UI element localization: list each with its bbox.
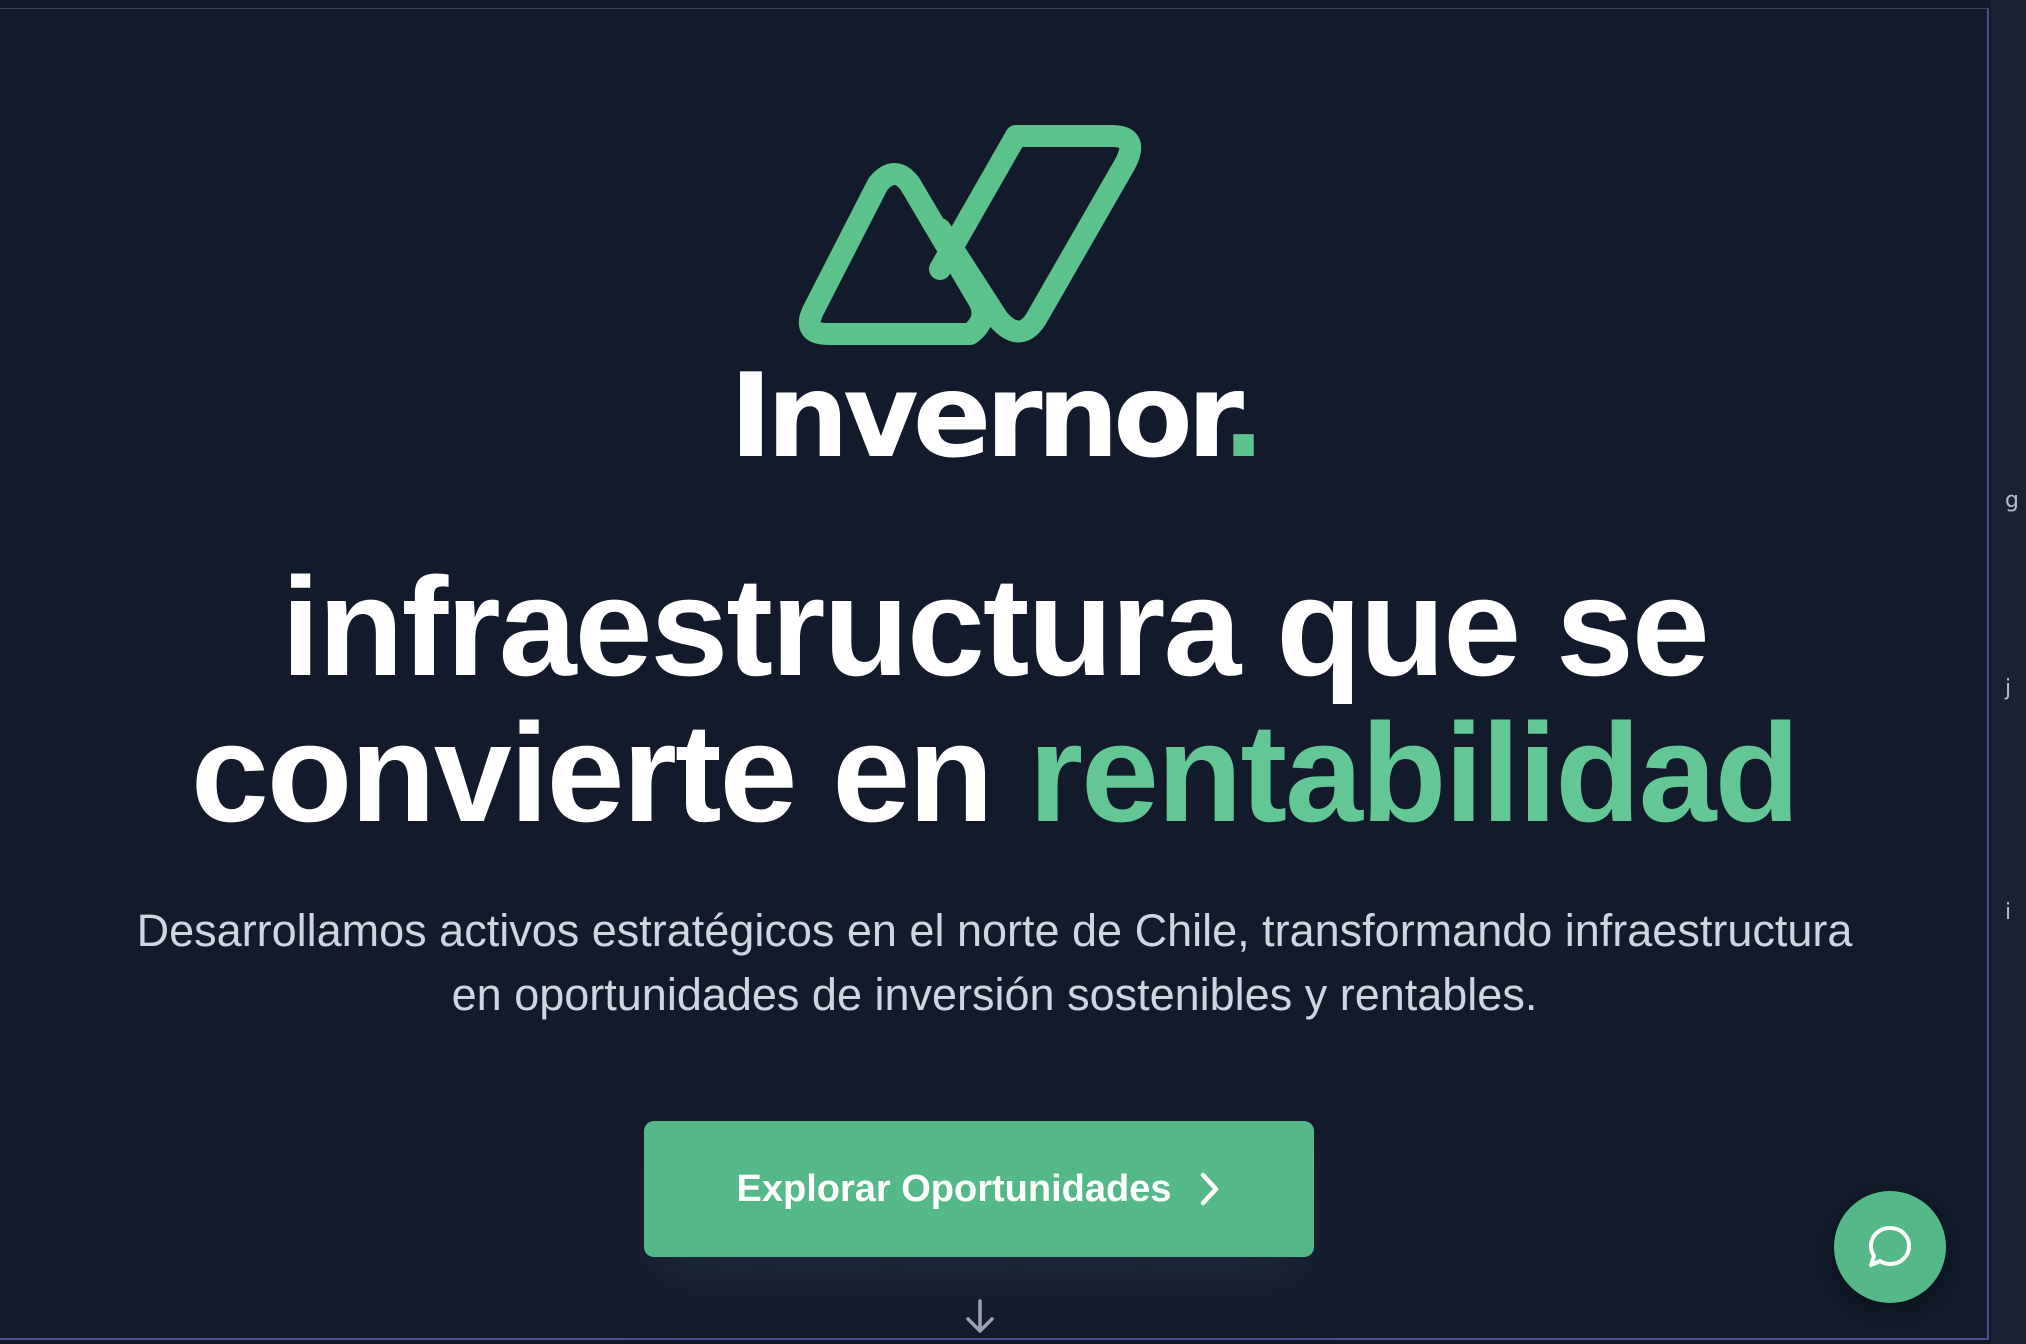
chat-bubble-icon [1869,1226,1911,1267]
chat-button[interactable] [1834,1191,1946,1303]
subtitle-line-1: Desarrollamos activos estratégicos en el… [136,905,1853,956]
headline-accent: rentabilidad [1028,694,1800,851]
brand-dot: . [1221,349,1266,484]
side-panel-strip: g j i [1991,0,2026,1344]
headline-line-2-prefix: convierte en [190,694,1029,851]
invernor-logo-icon [798,125,1142,345]
page-frame: Invernor. infraestructura que se convier… [0,8,1989,1340]
subtitle-line-2: en oportunidades de inversión sostenible… [451,969,1538,1020]
headline-line-1: infraestructura que se [281,548,1709,705]
side-glyph: i [2005,900,2012,925]
arrow-down-icon[interactable] [962,1297,998,1337]
side-glyph: g [2005,488,2019,513]
explore-opportunities-button[interactable]: Explorar Oportunidades [644,1121,1314,1257]
hero-headline: infraestructura que se convierte en rent… [0,554,1989,846]
side-glyph: j [2005,676,2012,701]
brand-name: Invernor [729,349,1227,484]
chevron-right-icon [1199,1171,1221,1207]
cta-label: Explorar Oportunidades [736,1167,1172,1210]
brand-wordmark[interactable]: Invernor. [0,359,1989,475]
hero-subtitle: Desarrollamos activos estratégicos en el… [60,899,1929,1027]
